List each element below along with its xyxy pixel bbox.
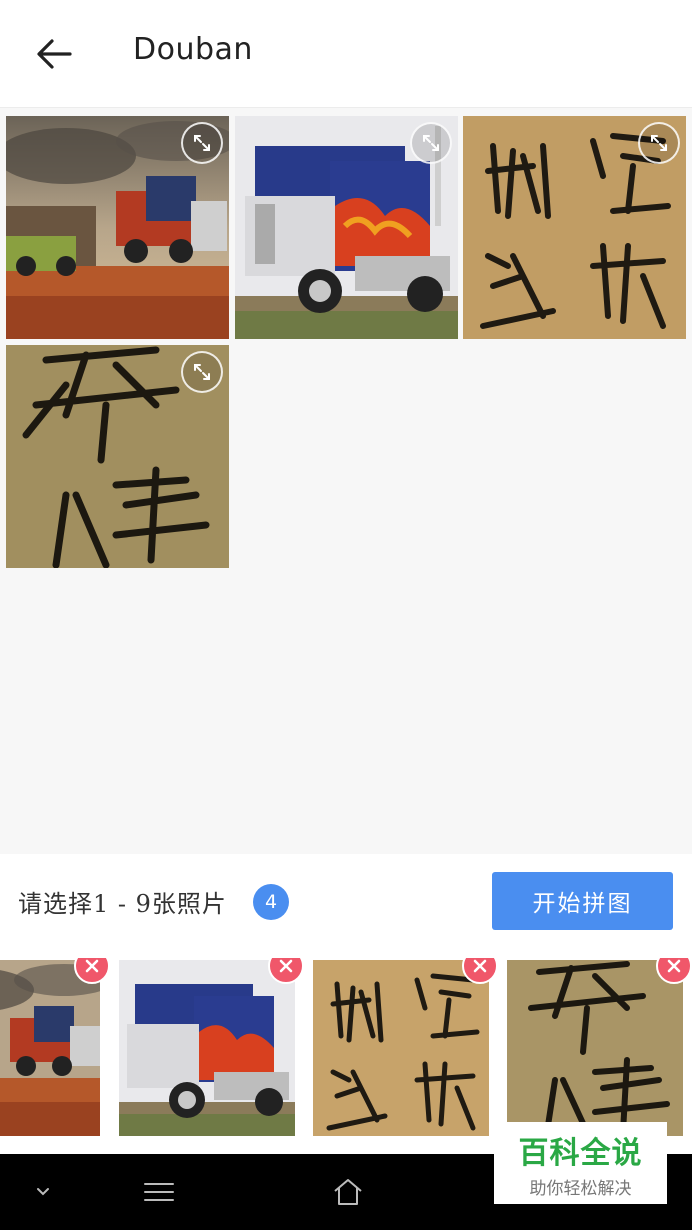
expand-icon[interactable] <box>181 122 223 164</box>
photo-trucks-desert[interactable] <box>6 116 229 339</box>
photo-calligraphy-2[interactable] <box>6 345 229 568</box>
back-button[interactable] <box>28 30 80 78</box>
start-collage-button[interactable]: 开始拼图 <box>492 872 673 930</box>
thumb-image <box>313 960 489 1136</box>
expand-icon[interactable] <box>181 351 223 393</box>
page-title: Douban <box>133 32 253 67</box>
nav-menu-button[interactable] <box>140 1172 178 1212</box>
close-icon <box>667 959 681 973</box>
photo-flame-truck[interactable] <box>235 116 458 339</box>
selected-thumb-calligraphy-2[interactable] <box>507 960 683 1136</box>
selected-thumb-trucks-desert[interactable] <box>0 960 100 1136</box>
expand-icon[interactable] <box>638 122 680 164</box>
expand-arrows <box>194 135 210 151</box>
close-icon <box>279 959 293 973</box>
selection-hint: 请选择1 - 9张照片 <box>18 890 227 918</box>
selected-thumbnails <box>0 958 692 1138</box>
thumb-image <box>119 960 295 1136</box>
photo-calligraphy-1[interactable] <box>463 116 686 339</box>
selected-count-badge: 4 <box>253 884 289 920</box>
thumb-image <box>507 960 683 1136</box>
screen: Douban 请选择1 - 9张照片 4 开始拼图 百科全说 助你轻松解决 <box>0 0 692 1230</box>
chevron-down-icon <box>37 1188 49 1196</box>
expand-arrows <box>423 135 439 151</box>
thumb-image <box>0 960 100 1136</box>
watermark-title: 百科全说 <box>518 1135 643 1171</box>
nav-collapse-button[interactable] <box>28 1172 58 1212</box>
watermark-subtitle: 助你轻松解决 <box>529 1178 632 1199</box>
home-icon <box>334 1179 362 1205</box>
selected-thumb-calligraphy-1[interactable] <box>313 960 489 1136</box>
selected-thumb-flame-truck[interactable] <box>119 960 295 1136</box>
close-icon <box>85 959 99 973</box>
menu-icon <box>144 1183 174 1201</box>
expand-arrows <box>194 364 210 380</box>
close-icon <box>473 959 487 973</box>
app-header: Douban <box>0 0 692 108</box>
selection-panel: 请选择1 - 9张照片 4 开始拼图 <box>0 854 692 1154</box>
expand-arrows <box>651 135 667 151</box>
arrow-left-icon <box>37 39 72 69</box>
expand-icon[interactable] <box>410 122 452 164</box>
nav-home-button[interactable] <box>330 1172 366 1212</box>
baike-watermark: 百科全说 助你轻松解决 <box>494 1122 667 1204</box>
